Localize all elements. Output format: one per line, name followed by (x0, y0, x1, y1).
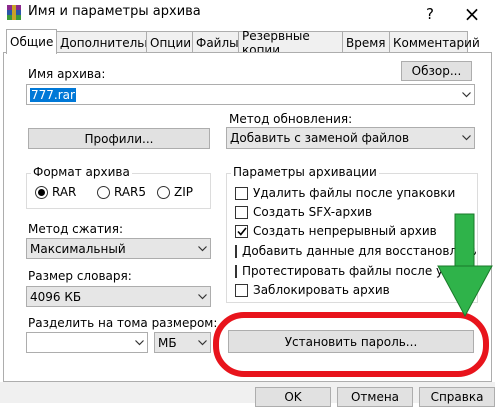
tab-label: Общие (10, 35, 54, 49)
annotation-overlay (213, 213, 493, 377)
tab-general[interactable]: Общие (6, 29, 57, 54)
green-arrow-icon (437, 213, 493, 318)
red-highlight-ellipse (213, 312, 489, 377)
